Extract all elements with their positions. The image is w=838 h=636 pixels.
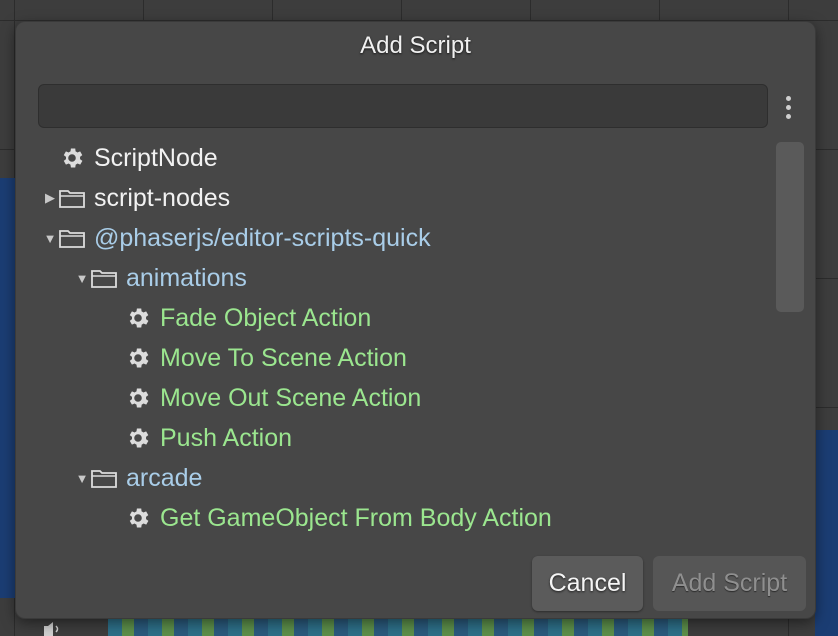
tree-item-label: Move To Scene Action [160, 343, 407, 372]
tree-item[interactable]: ▼ @phaserjs/editor-scripts-quick [42, 220, 431, 256]
gear-icon [124, 505, 152, 531]
collapsed-arrow-icon[interactable]: ▶ [42, 190, 58, 206]
tree-item-label: script-nodes [94, 183, 231, 212]
expanded-arrow-icon[interactable]: ▼ [42, 231, 58, 246]
tree-item[interactable]: Push Action [124, 420, 292, 456]
folder-icon [58, 185, 86, 211]
tree-item[interactable]: Move To Scene Action [124, 340, 407, 376]
expanded-arrow-icon[interactable]: ▼ [74, 471, 90, 486]
tree-item[interactable]: ScriptNode [58, 140, 218, 176]
tree-item[interactable]: ▶ script-nodes [42, 180, 230, 216]
tree-item-label: ScriptNode [94, 143, 218, 172]
tree-item[interactable]: Fade Object Action [124, 300, 371, 336]
tree-item-label: @phaserjs/editor-scripts-quick [94, 223, 431, 252]
filter-input[interactable] [38, 84, 768, 128]
tree-item-label: Get GameObject From Body Action [160, 503, 552, 532]
expanded-arrow-icon[interactable]: ▼ [74, 271, 90, 286]
gear-icon [124, 305, 152, 331]
tree-item-label: Fade Object Action [160, 303, 372, 332]
folder-icon [90, 265, 118, 291]
tree-item[interactable]: ▼ animations [74, 260, 247, 296]
folder-icon [90, 465, 118, 491]
scene-preview-right [815, 430, 838, 636]
script-tree: ScriptNode ▶ script-nodes ▼ @phaserjs/editor… [26, 140, 776, 552]
tree-item-label: animations [126, 263, 247, 292]
vertical-ellipsis-icon[interactable] [778, 94, 798, 122]
tree-item[interactable]: ▼ arcade [74, 460, 203, 496]
folder-icon [58, 225, 86, 251]
tree-item-label: Push Action [160, 423, 293, 452]
add-script-dialog: Add Script ScriptNode ▶ script-nodes ▼ @phas… [16, 22, 815, 618]
cancel-button[interactable]: Cancel [532, 556, 643, 611]
scrollbar-thumb[interactable] [776, 142, 804, 312]
add-script-button[interactable]: Add Script [653, 556, 806, 611]
scene-preview-bottom [108, 618, 688, 636]
tree-item-label: arcade [126, 463, 203, 492]
tree-item[interactable]: Move Out Scene Action [124, 380, 421, 416]
tree-item-label: Move Out Scene Action [160, 383, 422, 412]
dialog-title: Add Script [360, 32, 471, 59]
gear-icon [124, 425, 152, 451]
gear-icon [58, 145, 86, 171]
tree-scrollbar[interactable] [776, 140, 806, 312]
gear-icon [124, 385, 152, 411]
gear-icon [124, 345, 152, 371]
tree-item[interactable]: Get GameObject From Body Action [124, 500, 552, 536]
speaker-icon [44, 622, 59, 636]
